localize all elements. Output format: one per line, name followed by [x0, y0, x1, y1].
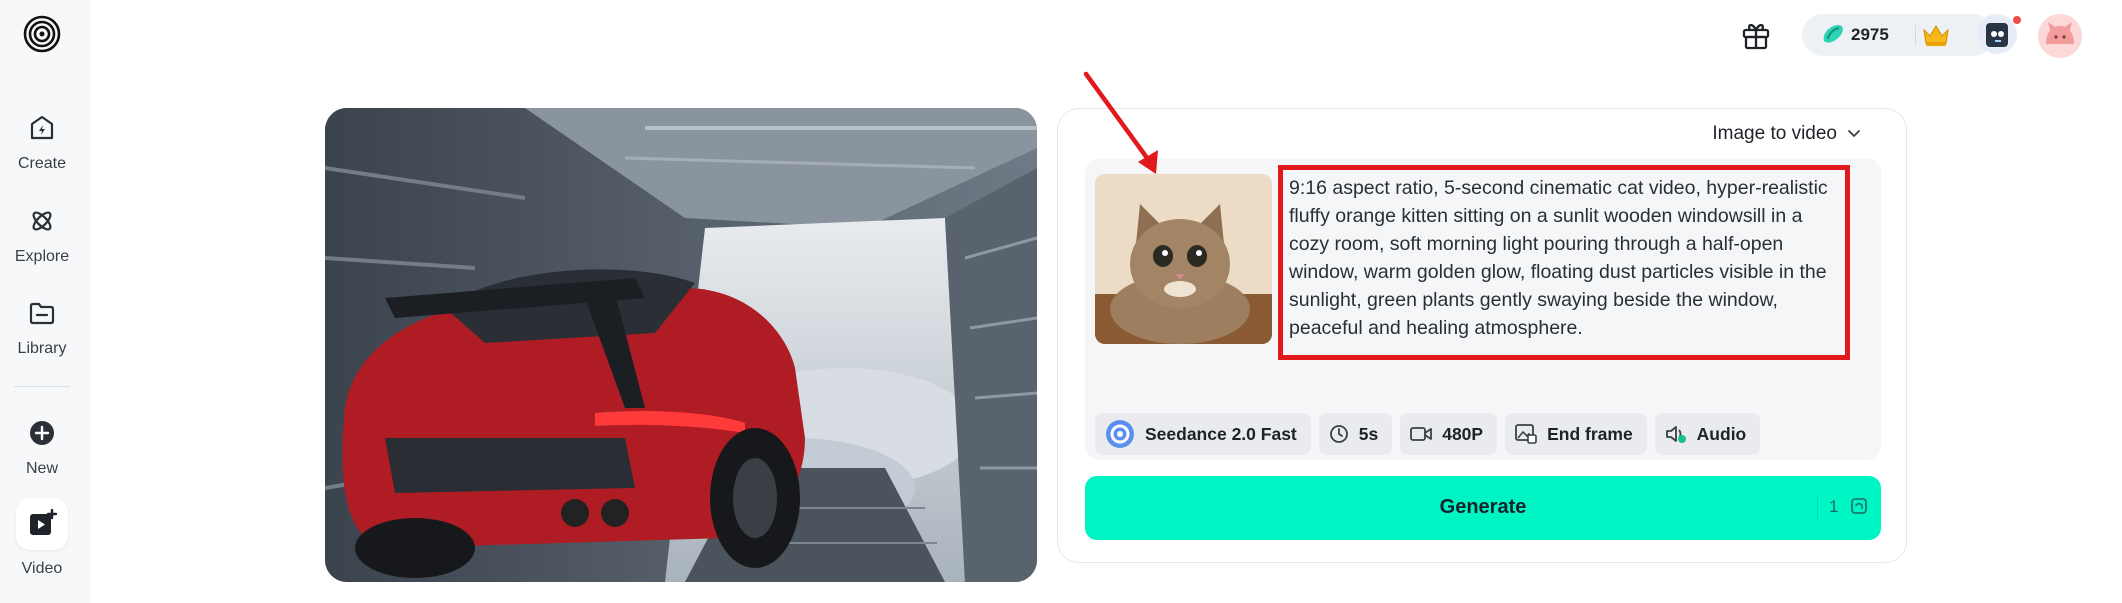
generate-cost: 1	[1829, 497, 1839, 516]
credits-pill[interactable]: 2975	[1802, 14, 1994, 56]
sidebar-item-video[interactable]: Video	[0, 498, 84, 578]
crown-icon[interactable]	[1921, 22, 1951, 48]
sidebar-item-new[interactable]: New	[0, 418, 84, 478]
resolution-selector[interactable]: 480P	[1400, 413, 1498, 455]
video-add-icon	[30, 509, 57, 535]
gem-icon	[1823, 25, 1843, 43]
generate-button[interactable]: Generate 1	[1085, 476, 1881, 540]
character-avatar[interactable]	[1977, 14, 2017, 54]
user-avatar-icon	[2038, 14, 2082, 58]
plus-circle-icon	[30, 421, 54, 445]
kitten-image	[1095, 174, 1272, 344]
image-frame-icon	[1515, 424, 1537, 444]
reference-image-thumbnail[interactable]	[1095, 174, 1272, 344]
model-label: Seedance 2.0 Fast	[1145, 423, 1297, 444]
preview-image	[325, 108, 1037, 582]
explore-icon	[32, 211, 52, 231]
sidebar-item-explore[interactable]: Explore	[0, 206, 84, 266]
video-preview[interactable]	[325, 108, 1037, 582]
credit-cost-icon	[1851, 498, 1867, 514]
notification-dot	[2013, 16, 2021, 24]
pill-divider	[1915, 25, 1916, 45]
audio-icon	[1665, 426, 1686, 443]
options-bar: Seedance 2.0 Fast 5s 480P End frame Audi…	[1095, 413, 1761, 455]
generate-label: Generate	[1439, 496, 1527, 518]
generator-panel: Image to video 9:16 aspect ratio, 5-seco…	[1057, 108, 1907, 563]
sidebar-item-create[interactable]: Create	[0, 113, 84, 173]
video-camera-icon	[1410, 427, 1433, 441]
spiral-logo-icon[interactable]	[22, 14, 62, 54]
sidebar-item-library[interactable]: Library	[0, 298, 84, 358]
seedance-model-icon	[1106, 420, 1134, 448]
audio-label: Audio	[1696, 423, 1747, 444]
model-selector[interactable]: Seedance 2.0 Fast	[1095, 413, 1311, 455]
folder-icon	[29, 302, 55, 325]
chevron-down-icon	[1848, 130, 1860, 138]
sidebar-item-label: Create	[17, 155, 67, 172]
character-icon	[1986, 23, 2008, 47]
duration-selector[interactable]: 5s	[1318, 413, 1393, 455]
sidebar-item-label: Explore	[14, 248, 70, 265]
sidebar-divider	[14, 386, 70, 387]
annotation-arrow-icon	[1083, 71, 1158, 174]
credits-count: 2975	[1851, 25, 1889, 44]
clock-icon	[1329, 425, 1348, 443]
resolution-label: 480P	[1442, 423, 1484, 444]
prompt-box: 9:16 aspect ratio, 5-second cinematic ca…	[1085, 159, 1881, 460]
prompt-textarea[interactable]: 9:16 aspect ratio, 5-second cinematic ca…	[1278, 165, 1850, 360]
sidebar-item-label: Video	[21, 560, 63, 577]
mode-dropdown[interactable]: Image to video	[1712, 123, 1861, 145]
create-icon	[30, 115, 54, 140]
end-frame-label: End frame	[1547, 423, 1633, 444]
sidebar-item-label: New	[25, 460, 58, 477]
sidebar: Create Explore Library New Video	[0, 0, 90, 603]
video-tile	[16, 498, 68, 550]
mode-label: Image to video	[1712, 123, 1837, 144]
audio-toggle[interactable]: Audio	[1654, 413, 1761, 455]
end-frame-button[interactable]: End frame	[1505, 413, 1647, 455]
user-avatar[interactable]	[2038, 14, 2082, 58]
generate-divider	[1817, 496, 1818, 520]
gift-icon[interactable]	[1739, 18, 1773, 52]
sidebar-item-label: Library	[17, 340, 67, 357]
duration-label: 5s	[1358, 423, 1379, 444]
